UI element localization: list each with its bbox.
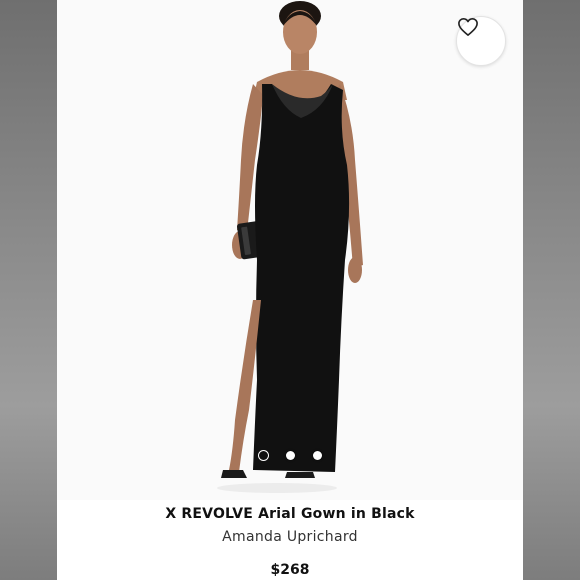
product-price: $268 xyxy=(270,562,310,578)
left-blur-panel xyxy=(0,0,57,580)
right-blur-panel xyxy=(523,0,580,580)
carousel-dot-2[interactable] xyxy=(285,451,295,460)
product-brand[interactable]: Amanda Uprichard xyxy=(57,529,523,545)
product-card[interactable]: X REVOLVE Arial Gown in Black Amanda Upr… xyxy=(57,0,523,580)
product-title[interactable]: X REVOLVE Arial Gown in Black xyxy=(57,506,523,522)
model-illustration xyxy=(217,1,363,493)
product-image[interactable] xyxy=(57,0,523,500)
carousel-dot-1[interactable] xyxy=(258,451,268,460)
favorite-button[interactable] xyxy=(456,16,506,66)
heart-outline-icon xyxy=(458,18,478,36)
carousel-indicators xyxy=(57,451,523,463)
carousel-dot-3[interactable] xyxy=(312,451,322,460)
